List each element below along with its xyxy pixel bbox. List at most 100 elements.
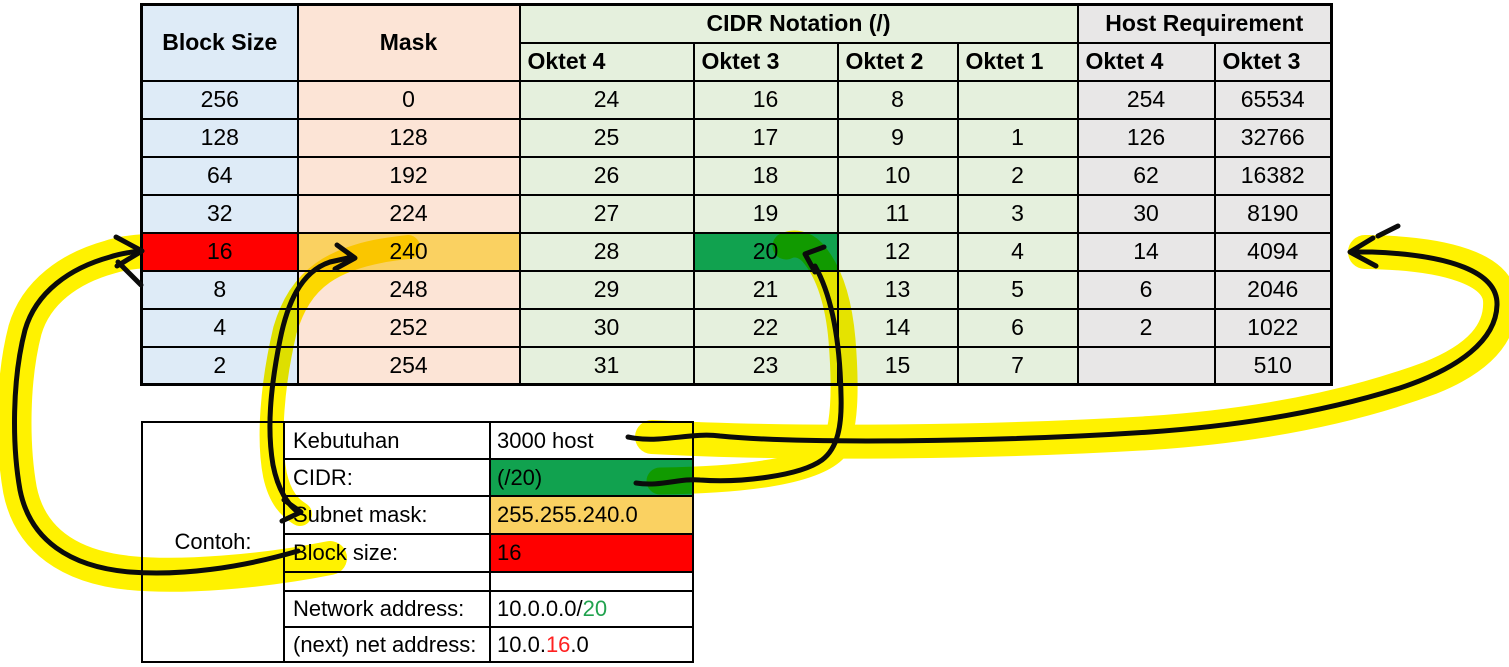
cell: 20 — [692, 231, 839, 272]
header-row: Block Size Mask CIDR Notation (/) Host R… — [140, 3, 1333, 82]
cell: 254 — [296, 345, 521, 386]
cell: 15 — [836, 345, 959, 386]
field-value: 10.0.0.0/20 — [489, 590, 694, 628]
cell: 32766 — [1213, 117, 1333, 158]
arrowhead-into-16 — [113, 234, 145, 269]
table-row: 4 252 30 22 14 6 2 1022 — [140, 307, 1333, 348]
field-label: Network address: — [283, 590, 491, 628]
cell: 10 — [836, 155, 959, 196]
table-row: 16 240 28 20 12 4 14 4094 — [140, 231, 1333, 272]
arrow-tick-4094 — [1375, 223, 1401, 239]
cell: 30 — [518, 307, 695, 348]
cell — [956, 79, 1079, 120]
value-part: .0 — [570, 631, 589, 657]
cell: 28 — [518, 231, 695, 272]
cell: 510 — [1213, 345, 1333, 386]
cell: 8 — [836, 79, 959, 120]
cell: 14 — [1076, 231, 1216, 272]
column-header: Oktet 4 — [518, 41, 695, 82]
header-mask: Mask — [296, 3, 521, 82]
cell: 0 — [296, 79, 521, 120]
arrowhead-into-4094 — [1347, 235, 1379, 269]
cell: 22 — [692, 307, 839, 348]
field-value: 10.0.16.0 — [489, 626, 694, 663]
column-header: Oktet 4 — [1076, 41, 1216, 82]
table-row: 64 192 26 18 10 2 62 16382 — [140, 155, 1333, 196]
cell: 7 — [956, 345, 1079, 386]
field-label: Subnet mask: — [283, 495, 491, 535]
field-value: 16 — [489, 533, 694, 573]
cell: 126 — [1076, 117, 1216, 158]
field-label: Kebutuhan — [283, 421, 491, 460]
value-part: 10.0.0.0/ — [497, 596, 583, 621]
cell: 6 — [1076, 269, 1216, 310]
cell: 19 — [692, 193, 839, 234]
cell: 14 — [836, 307, 959, 348]
field-label: Block size: — [283, 533, 491, 573]
cell: 62 — [1076, 155, 1216, 196]
field-label — [283, 571, 491, 592]
value-part: 16 — [545, 631, 571, 657]
cell: 2 — [1076, 307, 1216, 348]
field-label: CIDR: — [283, 458, 491, 497]
cell: 32 — [140, 193, 299, 234]
cell: 23 — [692, 345, 839, 386]
cell: 252 — [296, 307, 521, 348]
cell: 29 — [518, 269, 695, 310]
subnetting-cheatsheet: Block Size Mask CIDR Notation (/) Host R… — [0, 0, 1509, 667]
cell: 21 — [692, 269, 839, 310]
column-header: Oktet 3 — [1213, 41, 1333, 82]
cell: 26 — [518, 155, 695, 196]
cell: 2 — [140, 345, 299, 386]
cell: 12 — [836, 231, 959, 272]
cell: 1022 — [1213, 307, 1333, 348]
cell: 2046 — [1213, 269, 1333, 310]
cell: 8190 — [1213, 193, 1333, 234]
cell: 9 — [836, 117, 959, 158]
cell: 5 — [956, 269, 1079, 310]
cell: 128 — [140, 117, 299, 158]
cell: 256 — [140, 79, 299, 120]
cell: 1 — [956, 117, 1079, 158]
header-block-size: Block Size — [140, 3, 299, 82]
cell: 248 — [296, 269, 521, 310]
value-part: 10.0. — [497, 631, 546, 657]
field-value: (/20) — [489, 458, 694, 497]
cell: 16382 — [1213, 155, 1333, 196]
cell: 25 — [518, 117, 695, 158]
cell: 4 — [956, 231, 1079, 272]
cell: 3 — [956, 193, 1079, 234]
cell: 18 — [692, 155, 839, 196]
example-row: Contoh: Kebutuhan 3000 host — [141, 421, 694, 663]
arrow-tick-16 — [115, 259, 144, 288]
cell: 4 — [140, 307, 299, 348]
example-caption: Contoh: — [141, 421, 285, 663]
cell: 65534 — [1213, 79, 1333, 120]
header-host-group: Host Requirement — [1076, 3, 1333, 44]
field-value: 3000 host — [489, 421, 694, 460]
cell: 31 — [518, 345, 695, 386]
cell: 224 — [296, 193, 521, 234]
field-value — [489, 571, 694, 592]
cell: 254 — [1076, 79, 1216, 120]
cell: 6 — [956, 307, 1079, 348]
table-row: 32 224 27 19 11 3 30 8190 — [140, 193, 1333, 234]
cell: 240 — [296, 231, 521, 272]
cell: 8 — [140, 269, 299, 310]
table-row: 256 0 24 16 8 254 65534 — [140, 79, 1333, 120]
table-row: 8 248 29 21 13 5 6 2046 — [140, 269, 1333, 310]
cell: 2 — [956, 155, 1079, 196]
cell: 16 — [140, 231, 299, 272]
cell: 4094 — [1213, 231, 1333, 272]
cell: 16 — [692, 79, 839, 120]
column-header: Oktet 3 — [692, 41, 839, 82]
cell: 17 — [692, 117, 839, 158]
value-part: 20 — [582, 596, 608, 621]
column-header: Oktet 2 — [836, 41, 959, 82]
cell: 128 — [296, 117, 521, 158]
cidr-reference-table: Block Size Mask CIDR Notation (/) Host R… — [140, 3, 1333, 386]
cell: 24 — [518, 79, 695, 120]
cell: 27 — [518, 193, 695, 234]
example-table: Contoh: Kebutuhan 3000 host CIDR: (/20) Subne… — [141, 421, 694, 663]
cell: 30 — [1076, 193, 1216, 234]
